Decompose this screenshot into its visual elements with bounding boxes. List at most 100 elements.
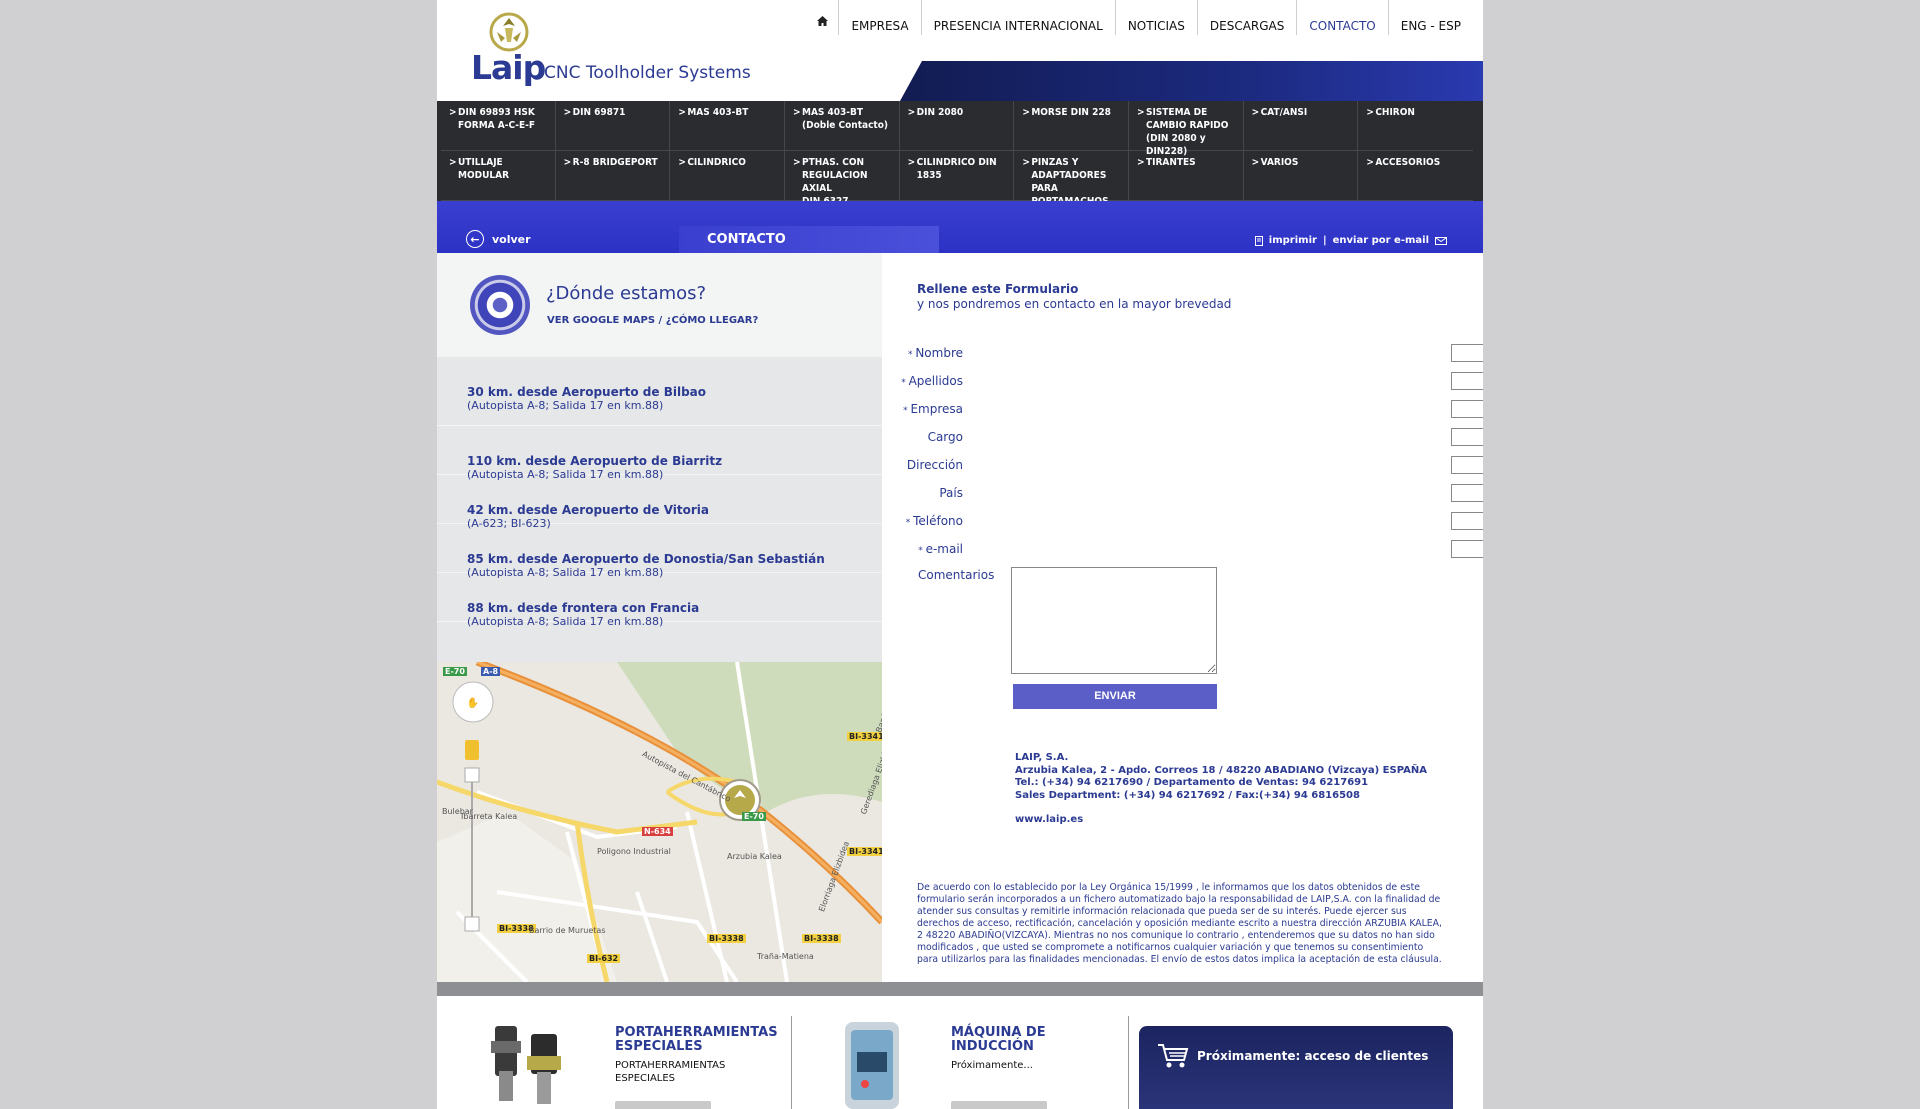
page-tools: imprimir | enviar por e-mail xyxy=(1254,235,1447,246)
category-item[interactable]: > MORSE DIN 228 xyxy=(1014,101,1129,151)
category-label-line1: CILINDRICO DIN 1835 xyxy=(916,157,997,181)
category-item[interactable]: > R-8 BRIDGEPORT xyxy=(555,151,671,201)
category-item[interactable]: >PTHAS. CON REGULACION AXIALDIN 6327 xyxy=(784,151,900,207)
field-input-telfono[interactable] xyxy=(1451,512,1483,530)
category-item[interactable]: > SISTEMA DE CAMBIO RAPIDO (DIN 2080 y DIN… xyxy=(1128,101,1244,157)
page-title: CONTACTO xyxy=(707,232,786,247)
chevron-right-icon: > xyxy=(449,107,457,118)
chevron-right-icon: > xyxy=(563,107,572,118)
category-label-line1: SISTEMA DE CAMBIO RAPIDO xyxy=(1145,107,1229,131)
category-item[interactable]: > DIN 69893 HSK FORMA A-C-E-F xyxy=(441,101,556,151)
category-item[interactable]: > CILINDRICO xyxy=(670,151,785,201)
category-item[interactable]: >PINZAS Y ADAPTADORES PARA PORTAMACHOS xyxy=(1014,151,1129,207)
map-label: Ibarreta Kalea xyxy=(461,812,518,821)
induction-machine-image[interactable] xyxy=(837,1022,907,1109)
form-row: País xyxy=(877,484,1483,504)
client-access-panel[interactable]: Próximamente: acceso de clientes xyxy=(1139,1026,1453,1109)
chevron-right-icon: > xyxy=(449,157,457,168)
category-item[interactable]: > CILINDRICO DIN 1835 xyxy=(899,151,1015,201)
map-label: BI-3341 xyxy=(847,847,882,856)
category-label: TIRANTES xyxy=(1146,156,1196,200)
promo-induction-title[interactable]: MÁQUINA DE INDUCCIÓN xyxy=(951,1026,1101,1054)
promo-toolholders-title[interactable]: PORTAHERRAMIENTAS ESPECIALES xyxy=(615,1026,778,1054)
target-icon xyxy=(470,275,530,335)
map-label: Poligono Industrial xyxy=(597,847,671,856)
tools-separator: | xyxy=(1322,235,1327,246)
category-label: MORSE DIN 228 xyxy=(1031,106,1111,150)
back-link[interactable]: ← volver xyxy=(466,230,531,248)
distance-main: 30 km. desde Aeropuerto de Bilbao xyxy=(467,385,707,399)
company-web-link[interactable]: www.laip.es xyxy=(1015,814,1427,827)
map-label: BI-3338 xyxy=(707,934,746,943)
distance-route: (Autopista A-8; Salida 17 en km.88) xyxy=(467,399,664,412)
form-row: Cargo xyxy=(877,428,1483,448)
chevron-right-icon: > xyxy=(563,157,572,168)
field-input-cargo[interactable] xyxy=(1451,428,1483,446)
promo-induction-button[interactable] xyxy=(951,1101,1047,1109)
field-input-nombre[interactable] xyxy=(1451,344,1483,362)
location-map[interactable]: ✋ E-70 A-8 BI-3341 Autopista del Cantábrico… xyxy=(437,662,882,982)
field-input-apellidos[interactable] xyxy=(1451,372,1483,390)
nav-empresa[interactable]: EMPRESA xyxy=(838,0,920,35)
print-link[interactable]: imprimir xyxy=(1269,235,1317,246)
field-input-pas[interactable] xyxy=(1451,484,1483,502)
distance-main: 88 km. desde frontera con Francia xyxy=(467,601,700,615)
nav-presencia-internacional[interactable]: PRESENCIA INTERNACIONAL xyxy=(920,0,1115,35)
category-item[interactable]: > VARIOS xyxy=(1243,151,1359,201)
category-label: PTHAS. CON REGULACION AXIALDIN 6327 xyxy=(802,156,895,207)
category-label-line1: DIN 69893 HSK xyxy=(458,107,535,118)
company-phone: Tel.: (+34) 94 6217690 / Departamento de… xyxy=(1015,777,1369,788)
category-item[interactable]: > MAS 403-BT (Doble Contacto) xyxy=(784,101,900,151)
field-input-empresa[interactable] xyxy=(1451,400,1483,418)
footer: PORTAHERRAMIENTAS ESPECIALES PORTAHERRAM… xyxy=(437,996,1483,1109)
field-input-email[interactable] xyxy=(1451,540,1483,558)
form-row: * Teléfono xyxy=(877,512,1483,532)
category-item[interactable]: > ACCESORIOS xyxy=(1358,151,1473,201)
chevron-right-icon: > xyxy=(1136,107,1145,118)
category-label-line2: FORMA A-C-E-F xyxy=(458,120,536,131)
distance-main: 110 km. desde Aeropuerto de Biarritz xyxy=(467,454,723,468)
submit-button[interactable]: ENVIAR xyxy=(1013,684,1217,709)
distance-main: 85 km. desde Aeropuerto de Donostia/San … xyxy=(467,552,825,566)
category-item[interactable]: > CAT/ANSI xyxy=(1243,101,1359,151)
field-label-text: Nombre xyxy=(915,346,963,360)
footer-separator xyxy=(791,1016,792,1109)
distance-item: 88 km. desde frontera con Francia (Autopi… xyxy=(437,573,882,628)
logo-text[interactable]: Laip xyxy=(471,48,546,87)
category-label: PINZAS Y ADAPTADORES PARA PORTAMACHOS xyxy=(1031,156,1124,207)
home-icon[interactable] xyxy=(807,0,838,35)
field-label: * Apellidos xyxy=(901,374,963,388)
category-item[interactable]: > MAS 403-BT xyxy=(670,101,785,151)
category-item[interactable]: > TIRANTES xyxy=(1128,151,1244,201)
page: Laip CNC Toolholder Systems EMPRESA PRES… xyxy=(437,0,1483,1109)
category-item[interactable]: > UTILLAJE MODULAR xyxy=(441,151,556,201)
category-item[interactable]: > DIN 2080 xyxy=(899,101,1015,151)
toolholder-image[interactable] xyxy=(475,1016,585,1109)
category-label-line1: UTILLAJE MODULAR xyxy=(458,157,510,181)
category-item[interactable]: > CHIRON xyxy=(1358,101,1473,151)
client-access-label: Próximamente: acceso de clientes xyxy=(1197,1049,1429,1063)
chevron-right-icon: > xyxy=(1022,157,1030,168)
form-row: Dirección xyxy=(877,456,1483,476)
field-input-direccin[interactable] xyxy=(1451,456,1483,474)
company-address: Arzubia Kalea, 2 - Apdo. Correos 18 / 48… xyxy=(1015,764,1427,776)
nav-contacto[interactable]: CONTACTO xyxy=(1296,0,1387,35)
language-switch[interactable]: ENG - ESP xyxy=(1387,0,1473,35)
footer-divider xyxy=(437,982,1483,996)
required-marker: * xyxy=(905,518,914,528)
google-maps-link[interactable]: VER GOOGLE MAPS / ¿CÓMO LLEGAR? xyxy=(547,315,758,326)
field-label: * Empresa xyxy=(903,402,963,416)
location-panel: ¿Dónde estamos? VER GOOGLE MAPS / ¿CÓMO … xyxy=(437,253,882,982)
field-label: * Teléfono xyxy=(906,514,963,528)
comments-textarea[interactable] xyxy=(1011,567,1217,674)
form-row: * e-mail xyxy=(877,540,1483,560)
nav-descargas[interactable]: DESCARGAS xyxy=(1196,0,1297,35)
distance-item: 30 km. desde Aeropuerto de Bilbao (Autopi… xyxy=(437,357,882,426)
email-link[interactable]: enviar por e-mail xyxy=(1333,235,1429,246)
category-item[interactable]: > DIN 69871 xyxy=(555,101,671,151)
form-intro-title: Rellene este Formulario xyxy=(917,282,1079,296)
category-label-line2: (Doble Contacto) xyxy=(801,120,888,131)
location-header: ¿Dónde estamos? VER GOOGLE MAPS / ¿CÓMO … xyxy=(437,253,882,357)
promo-toolholders-button[interactable] xyxy=(615,1101,711,1109)
nav-noticias[interactable]: NOTICIAS xyxy=(1114,0,1197,35)
